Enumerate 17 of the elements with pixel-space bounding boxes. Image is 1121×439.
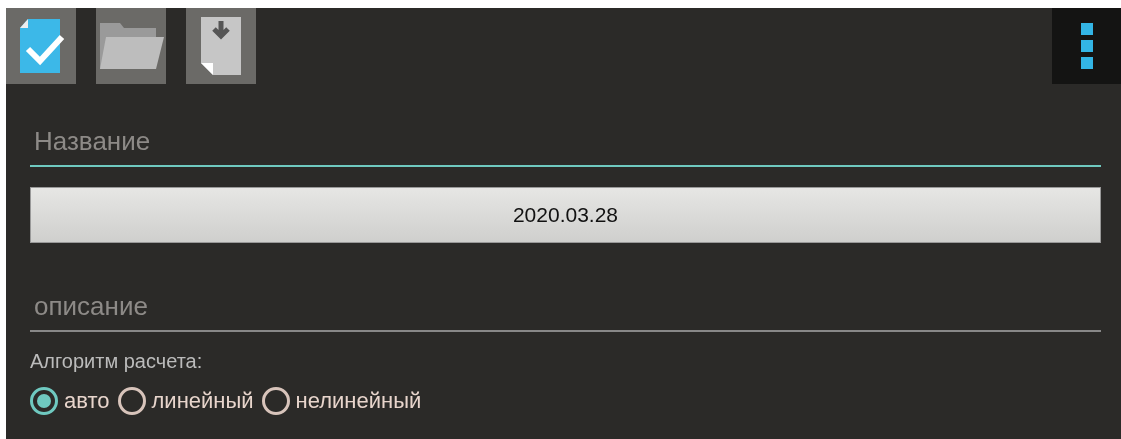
radio-option[interactable]: линейный [117, 387, 254, 415]
radio-option[interactable]: нелинейный [261, 387, 422, 415]
date-button[interactable]: 2020.03.28 [30, 187, 1101, 243]
menu-button[interactable] [1052, 8, 1121, 84]
radio-button[interactable] [261, 387, 290, 415]
document-download-icon [201, 17, 241, 75]
import-button[interactable] [186, 8, 256, 84]
radio-button[interactable] [30, 387, 58, 415]
radio-option[interactable]: авто [30, 387, 110, 415]
algorithm-label: Алгоритм расчета: [30, 350, 204, 373]
radio-button[interactable] [117, 387, 146, 415]
input-field[interactable]: Название [30, 114, 1101, 167]
open-button[interactable] [96, 8, 166, 84]
input-field[interactable]: описание [30, 279, 1101, 332]
save-button[interactable] [6, 8, 76, 84]
menu-icon [1080, 23, 1093, 69]
folder-icon [98, 21, 164, 71]
